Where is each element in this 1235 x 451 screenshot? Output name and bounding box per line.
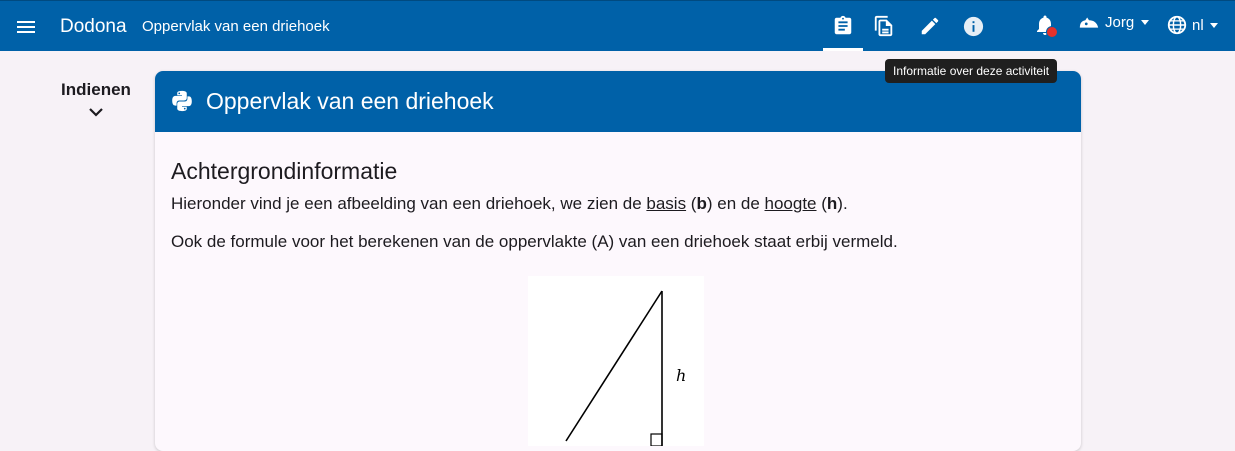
card-body: Achtergrondinformatie Hieronder vind je … <box>155 158 1081 253</box>
submit-panel: Indienen <box>56 80 136 118</box>
hoogte-link[interactable]: hoogte <box>765 194 817 213</box>
height-label: h <box>676 366 686 385</box>
documents-icon <box>874 15 893 37</box>
clipboard-icon <box>834 15 852 35</box>
tab-info[interactable] <box>953 1 993 51</box>
card-title: Oppervlak van een driehoek <box>206 88 494 114</box>
info-tooltip: Informatie over deze activiteit <box>885 59 1058 83</box>
user-menu[interactable]: Jorg <box>1078 14 1150 31</box>
intro-paragraph: Hieronder vind je een afbeelding van een… <box>171 193 1065 215</box>
text-segment: ). <box>837 194 848 213</box>
tab-submissions[interactable] <box>864 1 904 51</box>
text-segment: ( <box>816 194 827 213</box>
bold-h: h <box>826 194 838 213</box>
basis-link[interactable]: basis <box>646 194 686 213</box>
python-icon <box>172 90 192 112</box>
notifications-button[interactable] <box>1033 13 1059 39</box>
pencil-icon <box>921 17 939 35</box>
menu-icon[interactable] <box>14 15 38 39</box>
section-heading: Achtergrondinformatie <box>171 158 398 184</box>
info-icon <box>963 16 983 36</box>
tab-description[interactable] <box>823 1 863 51</box>
language-menu[interactable]: nl <box>1166 14 1218 36</box>
top-app-bar: Dodona Oppervlak van een driehoek Jorg n… <box>0 0 1235 51</box>
user-name: Jorg <box>1105 14 1135 31</box>
submit-label: Indienen <box>61 80 131 99</box>
text-segment: Hieronder vind je een afbeelding van een… <box>171 194 647 213</box>
notification-badge <box>1046 26 1058 38</box>
tab-edit[interactable] <box>910 1 950 51</box>
chevron-down-icon[interactable] <box>88 106 104 118</box>
triangle-diagram: h <box>565 290 686 447</box>
globe-icon <box>1167 15 1187 35</box>
brand-link[interactable]: Dodona <box>60 16 127 38</box>
triangle-figure: h <box>528 276 704 447</box>
breadcrumb: Oppervlak van een driehoek <box>142 18 330 35</box>
text-segment: ) en de <box>706 194 765 213</box>
language-label: nl <box>1192 16 1204 34</box>
chevron-down-icon <box>1141 20 1150 25</box>
chevron-down-icon <box>1209 22 1218 28</box>
user-icon <box>1079 17 1099 28</box>
bold-b: b <box>696 194 707 213</box>
formula-paragraph: Ook de formule voor het berekenen van de… <box>171 232 898 251</box>
text-segment: ( <box>686 194 697 213</box>
